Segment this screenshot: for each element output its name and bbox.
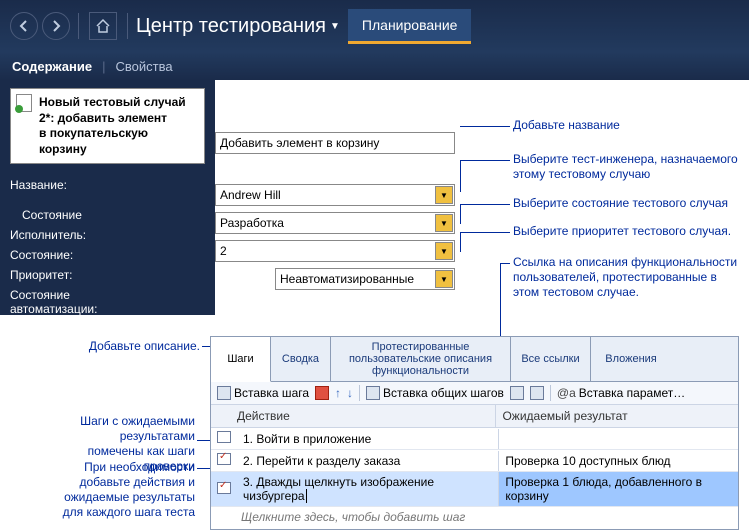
tab-summary[interactable]: Сводка	[271, 337, 331, 381]
callout-state: Выберите состояние тестового случая	[513, 196, 728, 211]
tab-planning[interactable]: Планирование	[348, 9, 472, 44]
testcase-title-line1: Новый тестовый случай 2*: добавить элеме…	[39, 95, 196, 126]
insert-param-button[interactable]: @a Вставка парамет…	[557, 386, 685, 400]
back-button[interactable]	[10, 12, 38, 40]
col-expected: Ожидаемый результат	[496, 405, 738, 427]
document-icon	[16, 94, 32, 112]
testcase-title-box: Новый тестовый случай 2*: добавить элеме…	[10, 88, 205, 164]
insert-step-button[interactable]: Вставка шага	[217, 386, 309, 400]
assignee-value: Andrew Hill	[220, 188, 281, 202]
autostate-label: Состояние автоматизации:	[10, 288, 142, 316]
priority-value: 2	[220, 244, 227, 258]
tab-steps[interactable]: Шаги	[211, 337, 271, 382]
chevron-down-icon: ▼	[330, 21, 340, 32]
chevron-down-icon: ▼	[435, 270, 453, 288]
state-label: Состояние:	[10, 248, 142, 262]
forward-button[interactable]	[42, 12, 70, 40]
at-icon: @a	[557, 386, 576, 400]
steps-panel: Шаги Сводка Протестированные пользовател…	[210, 336, 739, 530]
autostate-dropdown[interactable]: Неавтоматизированные ▼	[275, 268, 455, 290]
insert-step-icon	[217, 386, 231, 400]
testcase-title-line2: в покупательскую корзину	[39, 126, 196, 157]
callout-engineer: Выберите тест-инженера, назначаемого это…	[513, 152, 738, 182]
callout-add-actions: При необходимости добавьте действия и ож…	[50, 460, 195, 520]
app-title-text: Центр тестирования	[136, 15, 326, 38]
chevron-down-icon: ▼	[435, 186, 453, 204]
col-action: Действие	[231, 405, 496, 427]
subtab-content[interactable]: Содержание	[12, 59, 92, 74]
assignee-label: Исполнитель:	[10, 228, 142, 242]
tab-attachments[interactable]: Вложения	[591, 337, 671, 381]
tab-all-links[interactable]: Все ссылки	[511, 337, 591, 381]
tab-tested-stories[interactable]: Протестированные пользовательские описан…	[331, 337, 511, 381]
name-input[interactable]	[215, 132, 455, 154]
chevron-down-icon: ▼	[435, 214, 453, 232]
tool-icon-1[interactable]	[510, 386, 524, 400]
table-row[interactable]: 3. Дважды щелкнуть изображение чизбургер…	[211, 472, 738, 507]
autostate-value: Неавтоматизированные	[280, 272, 414, 286]
state-dropdown[interactable]: Разработка ▼	[215, 212, 455, 234]
subtab-properties[interactable]: Свойства	[115, 59, 172, 74]
add-step-hint[interactable]: Щелкните здесь, чтобы добавить шаг	[211, 507, 738, 529]
priority-dropdown[interactable]: 2 ▼	[215, 240, 455, 262]
step-icon	[217, 431, 231, 443]
callout-func: Ссылка на описания функциональности поль…	[513, 255, 738, 300]
check-step-icon	[217, 482, 231, 494]
callout-add-title: Добавьте название	[513, 118, 620, 133]
table-row[interactable]: 2. Перейти к разделу заказа Проверка 10 …	[211, 450, 738, 472]
tool-icon-2[interactable]	[530, 386, 544, 400]
callout-add-desc: Добавьте описание.	[80, 339, 200, 354]
move-up-icon[interactable]: ↑	[335, 386, 341, 400]
name-label: Название:	[10, 178, 70, 192]
insert-shared-button[interactable]: Вставка общих шагов	[366, 386, 504, 400]
table-row[interactable]: 1. Войти в приложение	[211, 428, 738, 450]
assignee-dropdown[interactable]: Andrew Hill ▼	[215, 184, 455, 206]
app-title[interactable]: Центр тестирования ▼	[136, 15, 340, 38]
chevron-down-icon: ▼	[435, 242, 453, 260]
home-button[interactable]	[89, 12, 117, 40]
priority-label: Приоритет:	[10, 268, 142, 282]
check-step-icon	[217, 453, 231, 465]
move-down-icon[interactable]: ↓	[347, 386, 353, 400]
state-value: Разработка	[220, 216, 284, 230]
state-group-label: Состояние	[16, 206, 88, 224]
separator: |	[102, 59, 105, 74]
insert-shared-icon	[366, 386, 380, 400]
callout-priority: Выберите приоритет тестового случая.	[513, 224, 731, 239]
delete-icon[interactable]	[315, 386, 329, 400]
